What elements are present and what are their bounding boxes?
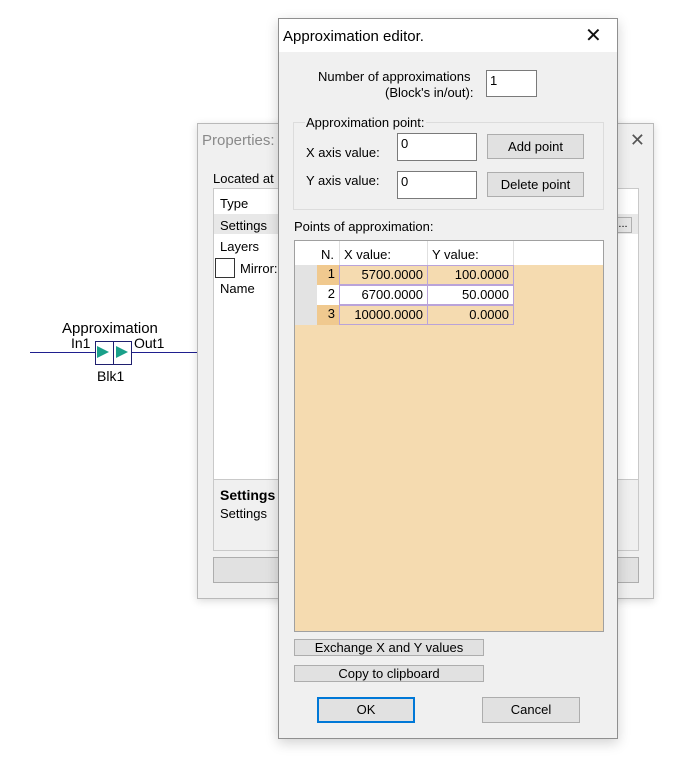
close-icon[interactable]: ✕	[585, 23, 602, 48]
column-header-n: N.	[321, 247, 334, 262]
prop-row-mirror: Mirror:	[240, 261, 278, 276]
x-axis-label: X axis value:	[306, 145, 380, 160]
properties-title: Properties:	[202, 132, 275, 149]
dialog-title: Approximation editor.	[283, 28, 424, 45]
description-text: Settings	[220, 506, 267, 521]
dialog-titlebar: Approximation editor. ✕	[279, 19, 617, 52]
description-title: Settings	[220, 487, 276, 503]
approximation-editor-dialog[interactable]: Approximation editor. ✕ Number of approx…	[278, 18, 618, 739]
prop-row-type[interactable]: Type	[220, 196, 248, 211]
mirror-checkbox[interactable]	[215, 258, 235, 278]
approximation-point-label: Approximation point:	[305, 115, 426, 130]
x-value-cell[interactable]: 5700.0000	[339, 265, 428, 285]
header-separator	[427, 241, 428, 265]
prop-row-layers[interactable]: Layers	[220, 239, 259, 254]
add-point-button[interactable]: Add point	[487, 134, 584, 159]
x-value-cell[interactable]: 6700.0000	[339, 285, 428, 305]
delete-point-button[interactable]: Delete point	[487, 172, 584, 197]
column-header-y: Y value:	[432, 247, 479, 262]
prop-row-name[interactable]: Name	[220, 281, 255, 296]
row-number-cell: 2	[317, 285, 339, 305]
input-arrow-icon	[97, 346, 109, 358]
header-separator	[513, 241, 514, 265]
output-port-label: Out1	[134, 335, 165, 351]
y-value-cell[interactable]: 100.0000	[427, 265, 514, 285]
header-separator	[339, 241, 340, 265]
y-value-cell[interactable]: 0.0000	[427, 305, 514, 325]
points-grid[interactable]: N. X value: Y value: 1 5700.0000 100.000…	[294, 240, 604, 632]
num-approximations-sublabel: (Block's in/out):	[385, 85, 474, 100]
block-name: Blk1	[97, 368, 125, 384]
output-wire	[131, 352, 197, 353]
input-port-label: In1	[71, 335, 91, 351]
num-approximations-input[interactable]: 1	[486, 70, 537, 97]
row-header[interactable]	[295, 265, 317, 285]
ok-button[interactable]: OK	[317, 697, 415, 723]
num-approximations-label: Number of approximations	[318, 69, 471, 84]
y-axis-input[interactable]: 0	[397, 171, 477, 199]
exchange-xy-button[interactable]: Exchange X and Y values	[294, 639, 484, 656]
points-of-approximation-label: Points of approximation:	[294, 219, 434, 234]
y-axis-label: Y axis value:	[306, 173, 380, 188]
cancel-button[interactable]: Cancel	[482, 697, 580, 723]
block-divider	[113, 342, 114, 364]
row-header[interactable]	[295, 285, 317, 305]
y-value-cell[interactable]: 50.0000	[427, 285, 514, 305]
located-at-label: Located at	[213, 171, 274, 186]
row-number-cell: 3	[317, 305, 339, 325]
x-value-cell[interactable]: 10000.0000	[339, 305, 428, 325]
prop-row-settings-label: Settings	[220, 218, 267, 233]
copy-to-clipboard-button[interactable]: Copy to clipboard	[294, 665, 484, 682]
close-icon[interactable]: ✕	[630, 130, 645, 151]
row-header[interactable]	[295, 305, 317, 325]
approximation-block[interactable]	[95, 341, 132, 365]
row-number-cell: 1	[317, 265, 339, 285]
grid-header: N. X value: Y value:	[295, 241, 603, 265]
input-wire	[30, 352, 96, 353]
column-header-x: X value:	[344, 247, 391, 262]
x-axis-input[interactable]: 0	[397, 133, 477, 161]
output-arrow-icon	[116, 346, 128, 358]
